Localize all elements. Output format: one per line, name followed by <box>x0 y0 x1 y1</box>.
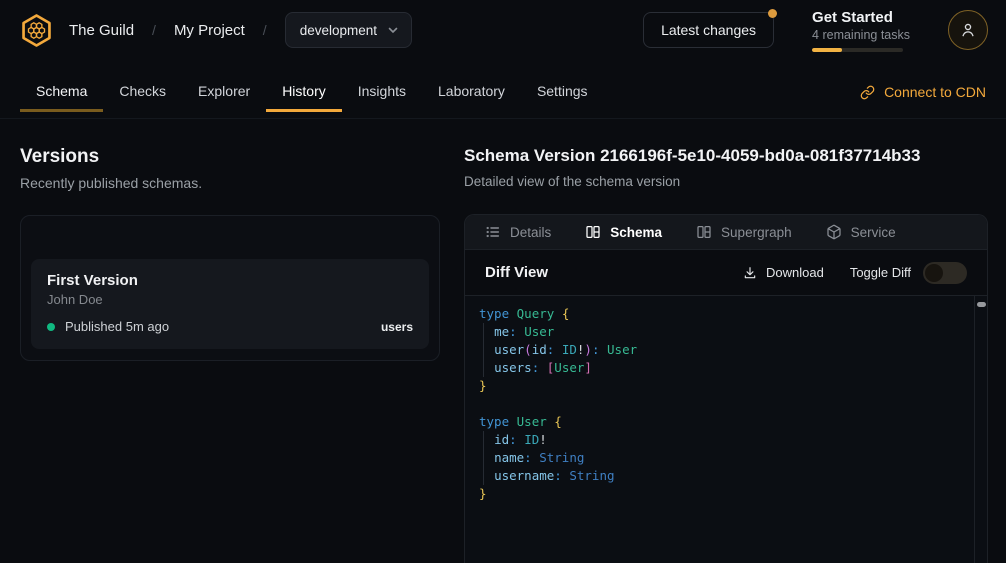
breadcrumb-org[interactable]: The Guild <box>69 22 134 39</box>
tab-details[interactable]: Details <box>485 224 551 240</box>
diff-view-header: Diff View Download Toggle Diff <box>465 250 987 296</box>
progress-fill <box>812 48 842 52</box>
version-detail-card: Details Schema <box>464 214 988 563</box>
connect-cdn-label: Connect to CDN <box>884 84 986 100</box>
nav-tab-checks[interactable]: Checks <box>103 73 182 112</box>
download-label: Download <box>766 265 824 280</box>
latest-changes-button[interactable]: Latest changes <box>643 12 774 48</box>
schema-code-area: type Query { me: User user(id: ID!): Use… <box>465 296 987 563</box>
top-bar: The Guild / My Project / development Lat… <box>0 0 1006 60</box>
chevron-down-icon <box>387 24 399 36</box>
get-started-title: Get Started <box>812 9 910 26</box>
nav-tab-history[interactable]: History <box>266 73 342 112</box>
tab-service-label: Service <box>851 225 896 240</box>
target-selector[interactable]: development <box>285 12 412 48</box>
get-started-progressbar <box>812 48 903 52</box>
breadcrumb-separator: / <box>263 22 267 38</box>
toggle-knob <box>925 264 943 282</box>
version-detail-panel: Schema Version 2166196f-5e10-4059-bd0a-0… <box>464 146 988 563</box>
schema-code: type Query { me: User user(id: ID!): Use… <box>479 305 961 503</box>
main-nav: Schema Checks Explorer History Insights … <box>0 60 1006 119</box>
nav-tabs: Schema Checks Explorer History Insights … <box>20 73 604 118</box>
target-selector-value: development <box>300 23 377 38</box>
toggle-diff-label: Toggle Diff <box>850 265 911 280</box>
download-button[interactable]: Download <box>743 265 824 280</box>
topbar-left: The Guild / My Project / development <box>18 12 412 49</box>
person-icon <box>959 21 977 39</box>
columns-icon <box>696 224 712 240</box>
version-author: John Doe <box>47 292 413 307</box>
diff-view-actions: Download Toggle Diff <box>743 262 967 284</box>
scrollbar-thumb[interactable] <box>977 302 986 307</box>
tab-supergraph[interactable]: Supergraph <box>696 224 792 240</box>
tab-details-label: Details <box>510 225 551 240</box>
version-title: First Version <box>47 272 413 289</box>
tab-schema-label: Schema <box>610 225 662 240</box>
link-icon <box>860 85 875 100</box>
columns-icon <box>585 224 601 240</box>
version-list-item[interactable]: First Version John Doe Published 5m ago … <box>31 259 429 349</box>
versions-subtitle: Recently published schemas. <box>20 175 440 191</box>
diff-view-title: Diff View <box>485 264 548 281</box>
toggle-diff-control: Toggle Diff <box>850 262 967 284</box>
indent-guide <box>483 431 484 485</box>
breadcrumb: The Guild / My Project / development <box>69 12 412 48</box>
get-started-subtitle: 4 remaining tasks <box>812 28 910 42</box>
versions-panel: Versions Recently published schemas. Fir… <box>20 146 440 563</box>
versions-title: Versions <box>20 146 440 168</box>
app-root: The Guild / My Project / development Lat… <box>0 0 1006 563</box>
nav-tab-settings[interactable]: Settings <box>521 73 604 112</box>
tab-supergraph-label: Supergraph <box>721 225 792 240</box>
hive-logo-icon[interactable] <box>18 12 55 49</box>
published-status-label: Published 5m ago <box>65 319 169 334</box>
breadcrumb-separator: / <box>152 22 156 38</box>
nav-tab-schema[interactable]: Schema <box>20 73 103 112</box>
vertical-scrollbar <box>974 296 987 563</box>
list-icon <box>485 224 501 240</box>
download-icon <box>743 266 757 280</box>
version-detail-title: Schema Version 2166196f-5e10-4059-bd0a-0… <box>464 146 988 166</box>
connect-cdn-link[interactable]: Connect to CDN <box>860 84 986 100</box>
versions-list-card: First Version John Doe Published 5m ago … <box>20 215 440 361</box>
nav-tab-laboratory[interactable]: Laboratory <box>422 73 521 112</box>
version-detail-subtitle: Detailed view of the schema version <box>464 174 988 189</box>
user-avatar[interactable] <box>948 10 988 50</box>
notification-dot <box>768 9 777 18</box>
detail-tabs: Details Schema <box>465 215 987 250</box>
indent-guide <box>483 323 484 377</box>
nav-tab-explorer[interactable]: Explorer <box>182 73 266 112</box>
service-badge: users <box>381 320 413 334</box>
breadcrumb-project[interactable]: My Project <box>174 22 245 39</box>
tab-service[interactable]: Service <box>826 224 896 240</box>
tab-schema[interactable]: Schema <box>585 224 662 240</box>
get-started-widget[interactable]: Get Started 4 remaining tasks <box>812 9 910 52</box>
cube-icon <box>826 224 842 240</box>
version-meta-row: Published 5m ago users <box>47 319 413 334</box>
toggle-diff-switch[interactable] <box>923 262 967 284</box>
nav-tab-insights[interactable]: Insights <box>342 73 422 112</box>
topbar-right: Latest changes Get Started 4 remaining t… <box>643 9 988 52</box>
latest-changes-label: Latest changes <box>661 22 756 38</box>
published-status-dot <box>47 323 55 331</box>
main-content: Versions Recently published schemas. Fir… <box>0 119 1006 563</box>
